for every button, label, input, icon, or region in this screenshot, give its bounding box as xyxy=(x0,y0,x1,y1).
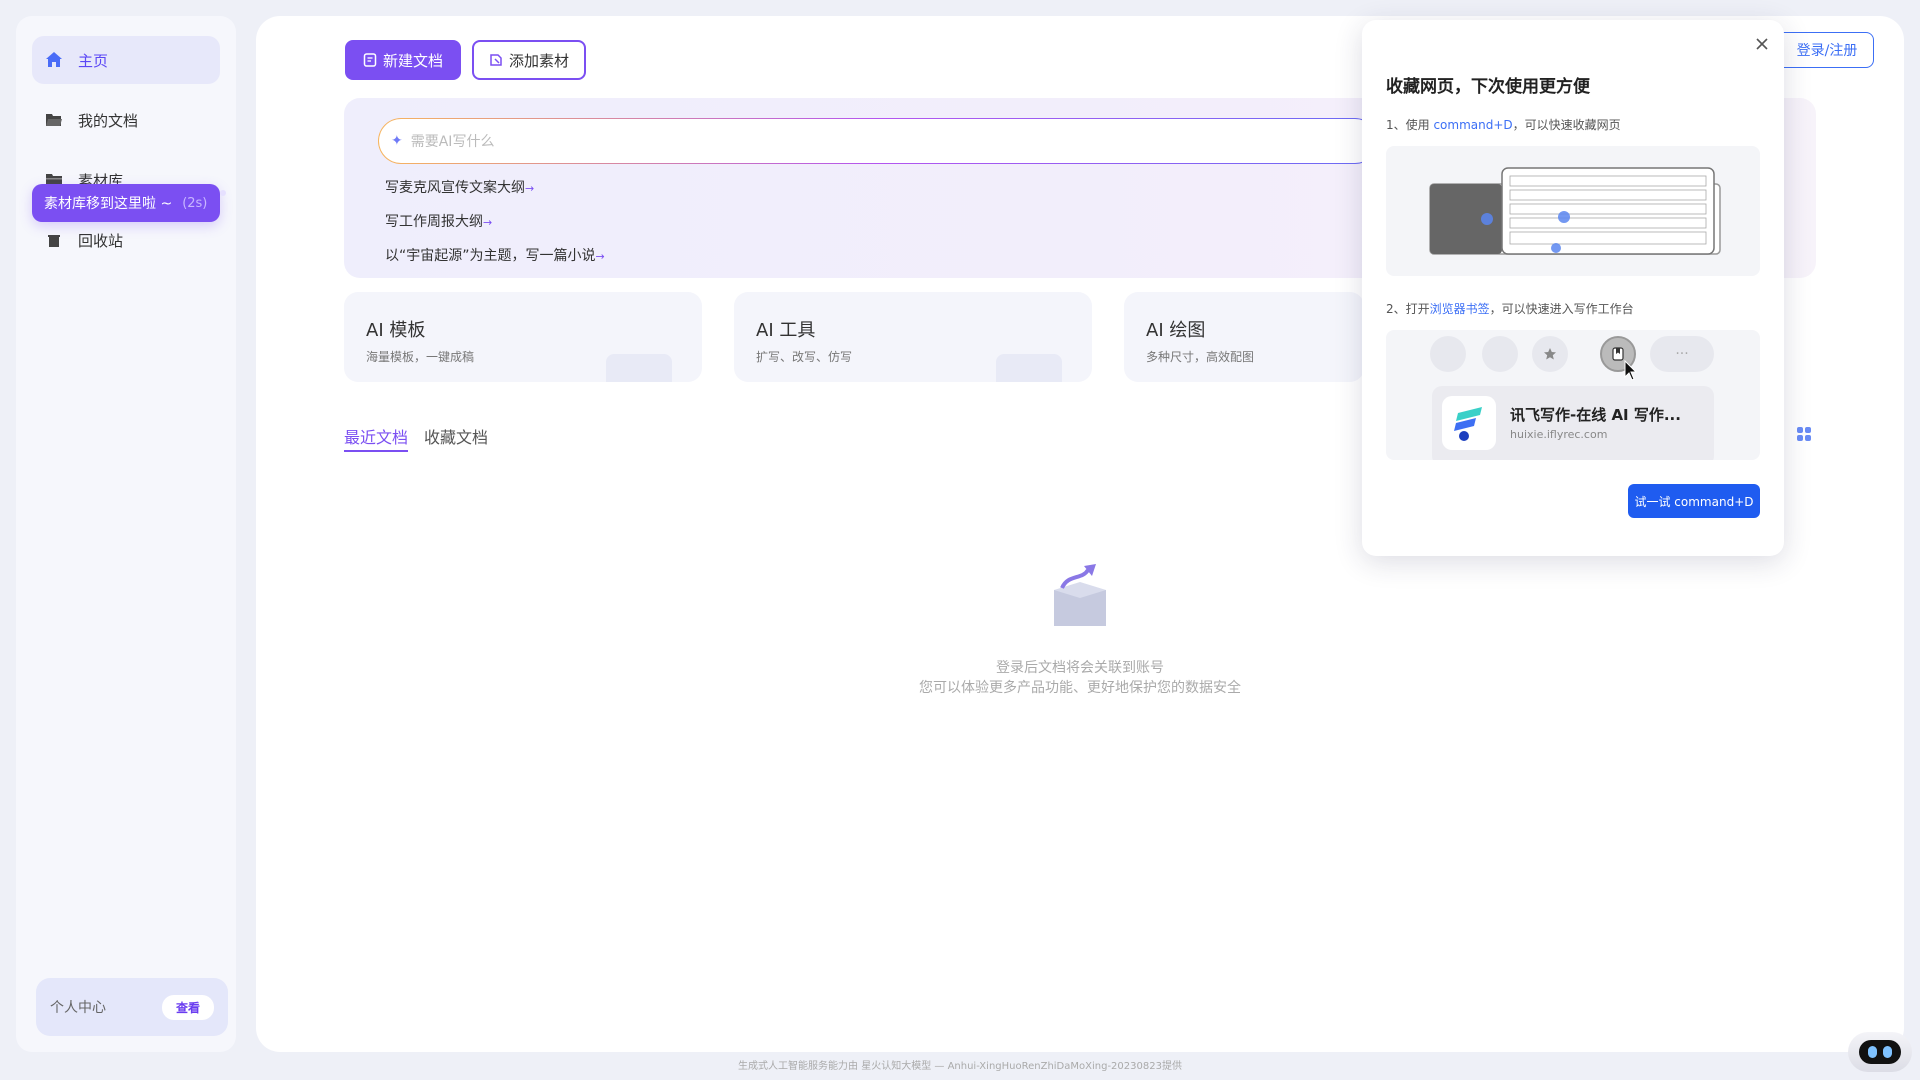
feature-card-ai-template[interactable]: AI 模板 海量模板，一键成稿 xyxy=(344,292,702,382)
more-icon: ··· xyxy=(1650,336,1714,372)
site-url: huixie.iflyrec.com xyxy=(1510,428,1608,441)
arrow-right-icon: → xyxy=(595,250,605,263)
suggestion-text: 以“宇宙起源”为主题，写一篇小说 xyxy=(385,248,596,264)
ai-suggestion[interactable]: 写麦克风宣传文案大纲→ xyxy=(385,177,534,197)
bookmark-guide-popup: 收藏网页，下次使用更方便 1、使用 command+D，可以快速收藏网页 2、打… xyxy=(1362,20,1784,556)
material-moved-tooltip: 素材库移到这里啦 ~ (2s) xyxy=(32,184,220,222)
ai-suggestion[interactable]: 写工作周报大纲→ xyxy=(385,211,492,231)
tools-illustration xyxy=(996,354,1062,382)
popup-step-2: 2、打开浏览器书签，可以快速进入写作工作台 xyxy=(1386,300,1634,317)
tooltip-text: 素材库移到这里啦 ~ xyxy=(44,196,173,212)
star-icon xyxy=(1532,336,1568,372)
site-name: 讯飞写作-在线 AI 写作... xyxy=(1510,406,1681,424)
step-text: ，可以快速进入写作工作台 xyxy=(1489,302,1634,316)
feature-title: AI 工具 xyxy=(756,320,816,341)
template-illustration xyxy=(606,354,672,382)
empty-box-illustration xyxy=(1048,560,1112,634)
browser-button-placeholder xyxy=(1430,336,1466,372)
try-shortcut-button[interactable]: 试一试 command+D xyxy=(1628,484,1760,518)
sparkle-icon: ✦ xyxy=(391,133,403,149)
sidebar-item-label: 回收站 xyxy=(78,231,124,250)
sidebar-item-label: 我的文档 xyxy=(78,111,139,130)
feature-title: AI 绘图 xyxy=(1146,320,1206,341)
suggestion-text: 写工作周报大纲 xyxy=(385,214,483,230)
ai-prompt-placeholder: 需要AI写什么 xyxy=(410,134,495,150)
profile-view-button[interactable]: 查看 xyxy=(161,994,214,1020)
bookmark-link[interactable]: 浏览器书签 xyxy=(1430,302,1490,316)
folder-open-icon xyxy=(44,110,64,130)
profile-label: 个人中心 xyxy=(50,1000,106,1016)
feature-subtitle: 多种尺寸，高效配图 xyxy=(1146,350,1255,364)
sidebar-item-label: 主页 xyxy=(78,51,109,70)
ai-prompt-input[interactable]: ✦ 需要AI写什么 xyxy=(378,118,1378,164)
empty-message-line1: 登录后文档将会关联到账号 xyxy=(996,660,1164,676)
sidebar-item-trash[interactable]: 回收站 xyxy=(32,216,220,264)
sidebar: 主页 我的文档 素材库 回收站 个人中心 查看 xyxy=(16,16,236,1052)
grid-view-icon[interactable] xyxy=(1797,426,1811,445)
tab-favorite-docs[interactable]: 收藏文档 xyxy=(424,424,488,448)
add-material-label: 添加素材 xyxy=(508,51,569,70)
bookmark-illustration: ··· 讯飞写作-在线 AI 写作... huixie.iflyrec.com xyxy=(1386,330,1760,460)
profile-card: 个人中心 查看 xyxy=(36,978,228,1036)
close-icon[interactable] xyxy=(1752,34,1772,54)
popup-step-1: 1、使用 command+D，可以快速收藏网页 xyxy=(1386,116,1621,133)
footer-disclaimer: 生成式人工智能服务能力由 星火认知大模型 — Anhui-XingHuoRenZ… xyxy=(738,1061,1182,1072)
browser-button-placeholder xyxy=(1482,336,1518,372)
shortcut-key: command+D xyxy=(1433,118,1513,132)
home-icon xyxy=(44,50,64,70)
cursor-icon xyxy=(1624,359,1638,386)
step-text: ，可以快速收藏网页 xyxy=(1512,118,1621,132)
robot-eye xyxy=(1868,1046,1877,1058)
tab-recent-docs[interactable]: 最近文档 xyxy=(344,424,409,452)
iflyrec-logo-icon xyxy=(1442,396,1496,450)
robot-eye xyxy=(1883,1046,1892,1058)
ai-suggestion[interactable]: 以“宇宙起源”为主题，写一篇小说→ xyxy=(385,245,605,265)
feature-card-ai-tools[interactable]: AI 工具 扩写、改写、仿写 xyxy=(734,292,1092,382)
sidebar-item-my-docs[interactable]: 我的文档 xyxy=(32,96,220,144)
step-text: 2、打开 xyxy=(1386,302,1430,316)
sidebar-item-home[interactable]: 主页 xyxy=(32,36,220,84)
suggestion-text: 写麦克风宣传文案大纲 xyxy=(385,180,525,196)
trash-icon xyxy=(44,230,64,250)
popup-title: 收藏网页，下次使用更方便 xyxy=(1386,77,1590,97)
add-material-icon xyxy=(490,54,502,66)
tooltip-pointer xyxy=(220,190,226,196)
feature-card-ai-drawing[interactable]: AI 绘图 多种尺寸，高效配图 xyxy=(1124,292,1364,382)
login-register-button[interactable]: 登录/注册 xyxy=(1780,32,1874,68)
assistant-robot-icon[interactable] xyxy=(1848,1032,1912,1072)
new-doc-icon xyxy=(363,53,377,67)
new-document-button[interactable]: 新建文档 xyxy=(345,40,461,80)
arrow-right-icon: → xyxy=(525,182,535,195)
feature-title: AI 模板 xyxy=(366,320,426,341)
arrow-right-icon: → xyxy=(483,216,493,229)
tooltip-countdown: (2s) xyxy=(182,195,208,211)
empty-message-line2: 您可以体验更多产品功能、更好地保护您的数据安全 xyxy=(919,680,1241,696)
add-material-button[interactable]: 添加素材 xyxy=(472,40,586,80)
robot-face xyxy=(1859,1040,1901,1064)
step-text: 1、使用 xyxy=(1386,118,1434,132)
keyboard-illustration xyxy=(1386,146,1760,276)
new-document-label: 新建文档 xyxy=(382,51,443,70)
bookmark-site-card: 讯飞写作-在线 AI 写作... huixie.iflyrec.com xyxy=(1432,386,1714,460)
